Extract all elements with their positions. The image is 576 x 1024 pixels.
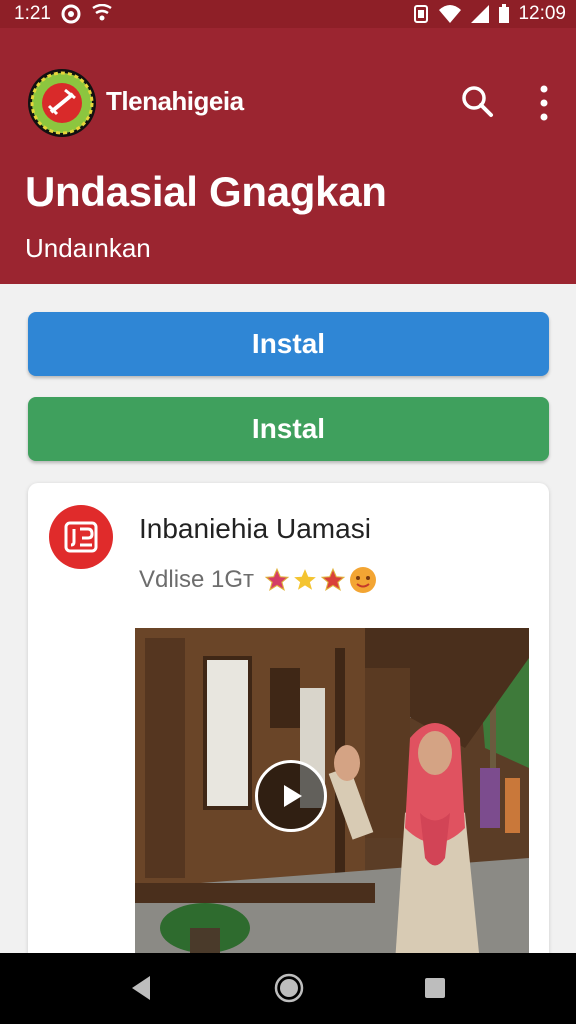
status-bar: 1:21 12:09 [0, 0, 576, 28]
page-subtitle: Undaınkan [25, 233, 151, 263]
battery-icon [498, 4, 510, 24]
emoji-icon [350, 567, 377, 593]
search-icon[interactable] [460, 84, 494, 118]
play-icon[interactable] [255, 760, 327, 832]
wifi-icon [438, 4, 462, 24]
card-meta: Vdlise 1Gт [139, 565, 378, 595]
star-icon [294, 569, 316, 590]
home-icon[interactable] [274, 973, 304, 1003]
page-title: Undasial Gnagkan [25, 168, 387, 215]
app-name: Tlenahigeia [106, 86, 244, 116]
status-clock: 12:09 [518, 3, 566, 24]
app-logo-icon [27, 68, 97, 138]
more-options-icon[interactable] [534, 84, 554, 122]
notification-icon [61, 4, 81, 24]
star-icon [264, 567, 290, 591]
rating-stars [264, 565, 378, 595]
signal-icon [470, 4, 490, 24]
status-time: 1:21 [14, 3, 51, 24]
app-header: Tlenahigeia Undasial Gnagkan Undaınkan [0, 28, 576, 284]
star-icon [320, 567, 346, 591]
vibrate-icon [412, 4, 430, 24]
app-card[interactable]: Inbaniehia Uamasi Vdlise 1Gт [28, 483, 549, 963]
card-title: Inbaniehia Uamasi [139, 513, 371, 544]
install-button-secondary[interactable]: Instal [28, 397, 549, 461]
install-button-primary[interactable]: Instal [28, 312, 549, 376]
cast-icon [91, 4, 113, 24]
video-thumbnail[interactable] [135, 628, 529, 963]
system-nav-bar [0, 953, 576, 1024]
back-icon[interactable] [128, 973, 154, 1003]
recent-apps-icon[interactable] [424, 977, 446, 999]
document-icon [49, 505, 113, 569]
card-meta-text: Vdlise 1Gт [139, 566, 255, 593]
video-scene [135, 628, 529, 963]
